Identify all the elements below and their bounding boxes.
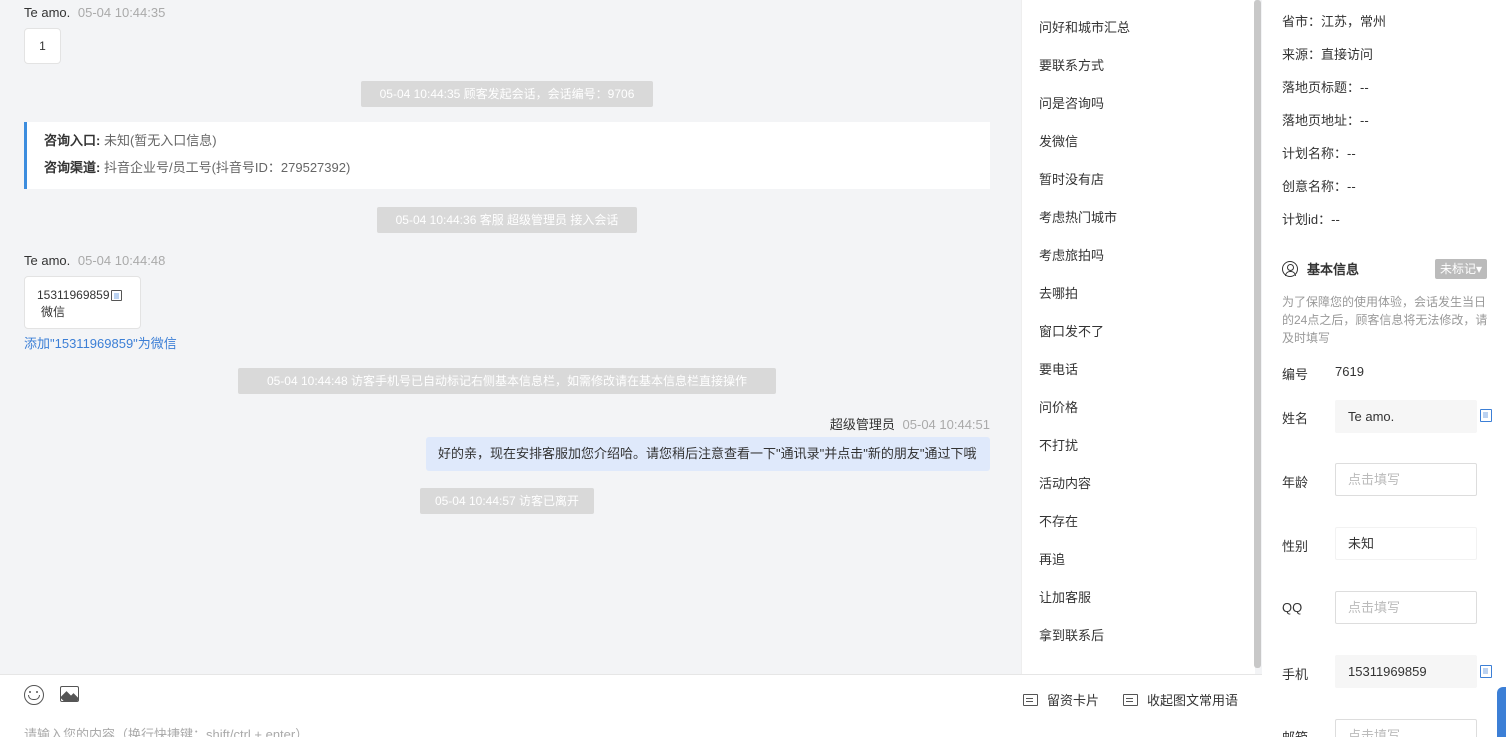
info-plan-id: 计划id：--: [1282, 212, 1340, 227]
collapse-phrases-label: 收起图文常用语: [1147, 693, 1239, 708]
email-field[interactable]: 点击填写: [1335, 719, 1477, 737]
message-time: 05-04 10:44:35: [77, 5, 166, 20]
message-time: 05-04 10:44:48: [77, 253, 166, 268]
phrase-item[interactable]: 活动内容: [1039, 473, 1091, 492]
customer-info-panel: 省市：江苏，常州 来源：直接访问 落地页标题：-- 落地页地址：-- 计划名称：…: [1262, 0, 1506, 737]
info-plan-name: 计划名称：--: [1282, 146, 1356, 161]
floating-side-button[interactable]: [1497, 687, 1506, 737]
message-icon: [1123, 693, 1138, 706]
message-input-bar: 留资卡片 收起图文常用语 请输入您的内容（换行快捷键：shift/ctrl + …: [0, 674, 1262, 737]
name-field[interactable]: Te amo.: [1335, 400, 1477, 433]
phone-field[interactable]: 15311969859: [1335, 655, 1477, 688]
age-label: 年龄: [1282, 475, 1309, 490]
phrase-item[interactable]: 问价格: [1039, 397, 1078, 416]
user-circle-icon: [1282, 260, 1298, 277]
system-notice: 05-04 10:44:35 顾客发起会话，会话编号：9706: [361, 81, 653, 107]
entry-info-card: 咨询入口: 未知(暂无入口信息) 咨询渠道: 抖音企业号/员工号(抖音号ID：2…: [24, 122, 990, 189]
gender-label: 性别: [1282, 539, 1309, 554]
collapse-phrases-button[interactable]: 收起图文常用语: [1123, 690, 1238, 709]
phrase-item[interactable]: 不打扰: [1039, 435, 1078, 454]
entry-label: 咨询入口:: [44, 133, 101, 148]
phrase-item[interactable]: 发微信: [1039, 131, 1078, 150]
copy-icon[interactable]: [1480, 665, 1492, 678]
id-label: 编号: [1282, 367, 1309, 382]
sender-name: Te amo.: [24, 253, 71, 268]
phrase-item[interactable]: 要联系方式: [1039, 55, 1104, 74]
phrase-item[interactable]: 拿到联系后: [1039, 625, 1104, 644]
quick-phrases-list: 问好和城市汇总 要联系方式 问是咨询吗 发微信 暂时没有店 考虑热门城市 考虑旅…: [1021, 0, 1255, 674]
phrase-item[interactable]: 要电话: [1039, 359, 1078, 378]
email-label: 邮箱: [1282, 727, 1308, 737]
customer-message: 1: [24, 28, 61, 64]
wechat-card: 15311969859 微信: [24, 276, 141, 329]
entry-value: 未知(暂无入口信息): [103, 133, 217, 148]
phrase-item[interactable]: 不存在: [1039, 511, 1078, 530]
info-province: 省市：江苏，常州: [1282, 14, 1387, 29]
info-source: 来源：直接访问: [1282, 47, 1374, 62]
image-icon[interactable]: [60, 686, 79, 702]
phrase-item[interactable]: 再追: [1039, 549, 1065, 568]
phrase-item[interactable]: 问是咨询吗: [1039, 93, 1104, 112]
phrases-scrollbar[interactable]: [1254, 0, 1261, 668]
info-creative-name: 创意名称：--: [1282, 179, 1356, 194]
message-sender: Te amo. 05-04 10:44:35: [24, 5, 165, 20]
message-time: 05-04 10:44:51: [902, 417, 990, 432]
channel-value: 抖音企业号/员工号(抖音号ID：279527392): [103, 160, 351, 175]
info-landing-url: 落地页地址：--: [1282, 113, 1369, 128]
basic-info-title: 基本信息: [1282, 259, 1359, 278]
phrase-item[interactable]: 让加客服: [1039, 587, 1091, 606]
wechat-type: 微信: [41, 305, 66, 319]
age-field[interactable]: 点击填写: [1335, 463, 1477, 496]
qq-label: QQ: [1282, 600, 1303, 615]
qq-field[interactable]: 点击填写: [1335, 591, 1477, 624]
copy-icon[interactable]: [110, 290, 122, 301]
lead-card-button[interactable]: 留资卡片: [1023, 690, 1099, 709]
phrase-item[interactable]: 暂时没有店: [1039, 169, 1104, 188]
copy-icon[interactable]: [1480, 409, 1492, 422]
info-notice: 为了保障您的使用体验，会话发生当日的24点之后，顾客信息将无法修改，请及时填写: [1282, 295, 1488, 345]
chat-history: Te amo. 05-04 10:44:35 1 05-04 10:44:35 …: [0, 0, 1021, 674]
chat-workspace: Te amo. 05-04 10:44:35 1 05-04 10:44:35 …: [0, 0, 1506, 737]
message-sender: Te amo. 05-04 10:44:48: [24, 253, 165, 268]
tag-dropdown[interactable]: 未标记▾: [1435, 259, 1488, 279]
phrase-item[interactable]: 考虑旅拍吗: [1039, 245, 1104, 264]
emoji-icon[interactable]: [24, 685, 44, 705]
gender-select[interactable]: 未知: [1335, 527, 1477, 560]
phrase-item[interactable]: 问好和城市汇总: [1039, 17, 1130, 36]
agent-message: 好的亲，现在安排客服加您介绍哈。请您稍后注意查看一下"通讯录"并点击"新的朋友"…: [426, 437, 990, 471]
lead-card-label: 留资卡片: [1047, 693, 1100, 708]
system-notice: 05-04 10:44:57 访客已离开: [420, 488, 594, 514]
phrase-item[interactable]: 去哪拍: [1039, 283, 1078, 302]
add-wechat-link[interactable]: 添加"15311969859"为微信: [24, 333, 177, 352]
phrase-item[interactable]: 考虑热门城市: [1039, 207, 1117, 226]
card-icon: [1023, 693, 1038, 706]
system-notice: 05-04 10:44:36 客服 超级管理员 接入会话: [377, 207, 637, 233]
info-landing-title: 落地页标题：--: [1282, 80, 1369, 95]
name-label: 姓名: [1282, 411, 1309, 426]
sender-name: 超级管理员: [829, 417, 895, 432]
system-notice: 05-04 10:44:48 访客手机号已自动标记右侧基本信息栏，如需修改请在基…: [238, 368, 776, 394]
wechat-number: 15311969859: [37, 288, 110, 302]
section-title-text: 基本信息: [1307, 262, 1360, 277]
phrase-item[interactable]: 窗口发不了: [1039, 321, 1104, 340]
sender-name: Te amo.: [24, 5, 71, 20]
channel-label: 咨询渠道:: [44, 160, 101, 175]
message-input[interactable]: 请输入您的内容（换行快捷键：shift/ctrl + enter）: [24, 724, 308, 737]
id-value: 7619: [1335, 364, 1364, 379]
message-sender: 超级管理员 05-04 10:44:51: [830, 414, 990, 433]
phone-label: 手机: [1282, 667, 1309, 682]
